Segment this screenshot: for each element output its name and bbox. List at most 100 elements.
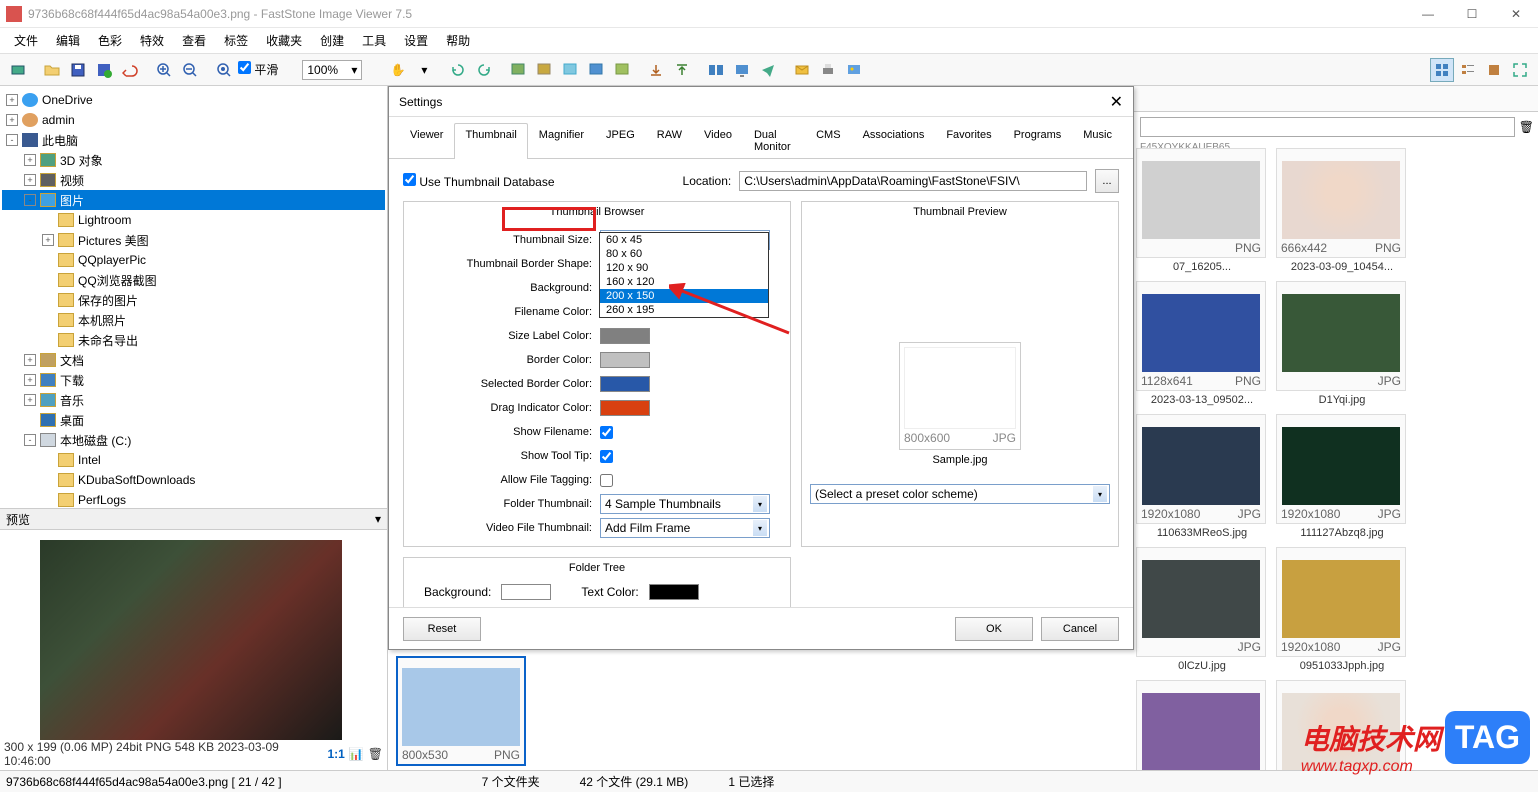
tab-music[interactable]: Music [1072, 123, 1123, 158]
tool4-icon[interactable] [584, 58, 608, 82]
tool2-icon[interactable] [532, 58, 556, 82]
tree-toggle-icon[interactable]: + [42, 234, 54, 246]
rotate-left-icon[interactable] [446, 58, 470, 82]
menu-色彩[interactable]: 色彩 [90, 29, 130, 52]
size-color-swatch[interactable] [600, 328, 650, 344]
tree-item[interactable]: +视频 [2, 170, 385, 190]
save-as-icon[interactable] [92, 58, 116, 82]
reset-button[interactable]: Reset [403, 617, 481, 641]
tree-item[interactable]: -图片 [2, 190, 385, 210]
menu-编辑[interactable]: 编辑 [48, 29, 88, 52]
tree-item[interactable]: Lightroom [2, 210, 385, 230]
view-single-icon[interactable] [1482, 58, 1506, 82]
menu-工具[interactable]: 工具 [354, 29, 394, 52]
thumb-cell[interactable]: 1128x641PNG2023-03-13_09502... [1136, 281, 1268, 406]
dropdown-option[interactable]: 60 x 45 [600, 233, 768, 247]
show-filename-checkbox[interactable] [600, 426, 613, 439]
tree-item[interactable]: PerfLogs [2, 490, 385, 508]
maximize-button[interactable]: ☐ [1450, 0, 1494, 28]
tab-programs[interactable]: Programs [1003, 123, 1073, 158]
tab-associations[interactable]: Associations [852, 123, 936, 158]
show-tooltip-checkbox[interactable] [600, 450, 613, 463]
hand-tool-icon[interactable]: ✋ [386, 58, 410, 82]
export2-icon[interactable] [670, 58, 694, 82]
compare-icon[interactable] [704, 58, 728, 82]
slideshow-icon[interactable] [730, 58, 754, 82]
folder-tree[interactable]: +OneDrive+admin-此电脑+3D 对象+视频-图片Lightroom… [0, 86, 387, 508]
menu-创建[interactable]: 创建 [312, 29, 352, 52]
tree-item[interactable]: +OneDrive [2, 90, 385, 110]
thumb-cell[interactable]: PNG07_16205... [1136, 148, 1268, 273]
view-fullscreen-icon[interactable] [1508, 58, 1532, 82]
wallpaper-icon[interactable] [842, 58, 866, 82]
menu-查看[interactable]: 查看 [174, 29, 214, 52]
send-icon[interactable] [756, 58, 780, 82]
tab-viewer[interactable]: Viewer [399, 123, 454, 158]
tree-toggle-icon[interactable]: + [24, 354, 36, 366]
close-button[interactable]: ✕ [1494, 0, 1538, 28]
thumb-cell[interactable]: 666x442PNG2023-03-09_10454... [1276, 148, 1408, 273]
tree-item[interactable]: QQ浏览器截图 [2, 270, 385, 290]
thumb-cell[interactable]: 1920x1080JPG110633MReoS.jpg [1136, 414, 1268, 539]
tab-magnifier[interactable]: Magnifier [528, 123, 595, 158]
search-input[interactable] [1140, 117, 1515, 137]
thumb-size-dropdown[interactable]: 60 x 4580 x 60120 x 90160 x 120200 x 150… [599, 232, 769, 318]
tab-jpeg[interactable]: JPEG [595, 123, 646, 158]
location-input[interactable] [739, 171, 1087, 191]
thumb-cell[interactable]: 1920x1080JPG0951033Jpph.jpg [1276, 547, 1408, 672]
tab-thumbnail[interactable]: Thumbnail [454, 123, 527, 159]
menu-文件[interactable]: 文件 [6, 29, 46, 52]
border-color-swatch[interactable] [600, 352, 650, 368]
export1-icon[interactable] [644, 58, 668, 82]
cancel-button[interactable]: Cancel [1041, 617, 1119, 641]
selected-thumb[interactable]: 800x530PNG [396, 656, 528, 766]
print-icon[interactable] [816, 58, 840, 82]
tool5-icon[interactable] [610, 58, 634, 82]
tab-cms[interactable]: CMS [805, 123, 851, 158]
tree-toggle-icon[interactable]: - [24, 434, 36, 446]
menu-特效[interactable]: 特效 [132, 29, 172, 52]
tree-item[interactable]: 保存的图片 [2, 290, 385, 310]
ok-button[interactable]: OK [955, 617, 1033, 641]
tab-video[interactable]: Video [693, 123, 743, 158]
tree-item[interactable]: +admin [2, 110, 385, 130]
tree-item[interactable]: 桌面 [2, 410, 385, 430]
tab-dual-monitor[interactable]: Dual Monitor [743, 123, 805, 158]
browse-button[interactable]: ... [1095, 169, 1119, 193]
tree-toggle-icon[interactable]: - [24, 194, 36, 206]
tree-item[interactable]: -本地磁盘 (C:) [2, 430, 385, 450]
tree-item[interactable]: +3D 对象 [2, 150, 385, 170]
trash-icon[interactable]: 🗑 [368, 747, 383, 761]
tool3-icon[interactable] [558, 58, 582, 82]
dialog-close-icon[interactable]: ✕ [1110, 92, 1123, 112]
video-thumb-combo[interactable]: Add Film Frame▾ [600, 518, 770, 538]
tree-toggle-icon[interactable]: + [24, 154, 36, 166]
tab-favorites[interactable]: Favorites [935, 123, 1002, 158]
use-db-checkbox[interactable]: Use Thumbnail Database [403, 173, 555, 189]
zoom-in-icon[interactable] [152, 58, 176, 82]
tree-item[interactable]: +音乐 [2, 390, 385, 410]
ft-text-swatch[interactable] [649, 584, 699, 600]
tree-toggle-icon[interactable]: + [24, 174, 36, 186]
minimize-button[interactable]: — [1406, 0, 1450, 28]
tree-toggle-icon[interactable]: - [6, 134, 18, 146]
menu-设置[interactable]: 设置 [396, 29, 436, 52]
view-thumbnails-icon[interactable] [1430, 58, 1454, 82]
menu-收藏夹[interactable]: 收藏夹 [258, 29, 310, 52]
zoom-fit-icon[interactable] [212, 58, 236, 82]
tree-item[interactable]: +文档 [2, 350, 385, 370]
acquire-icon[interactable] [6, 58, 30, 82]
histogram-icon[interactable]: 📊 [349, 747, 364, 761]
tree-item[interactable]: QQplayerPic [2, 250, 385, 270]
allow-tag-checkbox[interactable] [600, 474, 613, 487]
menu-标签[interactable]: 标签 [216, 29, 256, 52]
tool1-icon[interactable] [506, 58, 530, 82]
tree-item[interactable]: 本机照片 [2, 310, 385, 330]
tree-item[interactable]: Intel [2, 450, 385, 470]
open-icon[interactable] [40, 58, 64, 82]
menu-帮助[interactable]: 帮助 [438, 29, 478, 52]
thumb-cell[interactable]: JPG0lCzU.jpg [1136, 547, 1268, 672]
sel-border-swatch[interactable] [600, 376, 650, 392]
zoom-out-icon[interactable] [178, 58, 202, 82]
tree-item[interactable]: +下载 [2, 370, 385, 390]
